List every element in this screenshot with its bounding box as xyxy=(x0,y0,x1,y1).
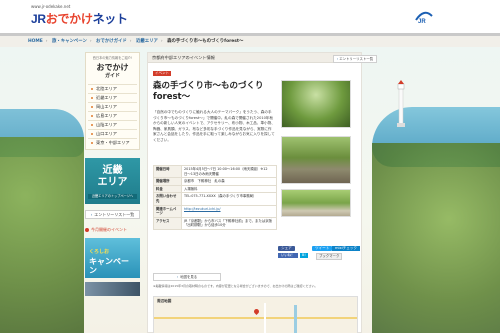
breadcrumb-current: 森の手づくり市〜ものづくりforest〜 xyxy=(167,39,244,44)
table-row: アクセス JR「京都駅」から市バス「下鴨神社前」まで。または京阪「出町柳駅」から… xyxy=(153,216,277,230)
breadcrumb-sep-icon: › xyxy=(89,39,92,44)
chevron-right-icon: › xyxy=(90,212,93,217)
facebook-like-button[interactable]: いいね！ xyxy=(278,253,298,258)
main-content: 京都府中部エリアのイベント情報 イベント 森の手づくり市〜ものづくりforest… xyxy=(147,52,362,333)
map-button[interactable]: › 地図を見る xyxy=(153,273,221,281)
breadcrumb: HOME › 旅・キャンペーン › おでかけガイド › 近畿エリア › 森の手づくり市〜… xyxy=(0,36,500,47)
monthly-events-link[interactable]: 今月開催のイベント xyxy=(85,224,140,236)
event-info-table: 開催日時 2015年4月5日〜7日 10:00〜16:00（雨天順延）※12日〜… xyxy=(153,164,277,230)
event-photo-stalls xyxy=(281,189,351,217)
table-key: アクセス xyxy=(153,216,182,230)
area-map[interactable]: 周辺地図 xyxy=(153,296,358,333)
bullet-icon xyxy=(85,228,89,232)
guide-title[interactable]: おでかけ ガイド xyxy=(88,63,137,81)
breadcrumb-home[interactable]: HOME xyxy=(28,39,43,44)
forest-illustration-right xyxy=(372,143,500,333)
table-key: お問い合わせ先 xyxy=(153,192,182,206)
site-url: www.jr-odekake.net xyxy=(31,4,71,9)
page-title: 森の手づくり市〜ものづくりforest〜 xyxy=(153,81,264,102)
guide-title-bottom: ガイド xyxy=(104,73,120,79)
facebook-share-button[interactable]: シェア xyxy=(278,246,295,251)
logo-mid: おでかけ xyxy=(45,12,93,26)
guide-panel: 西日本の魅力情報をご紹介! おでかけ ガイド 北陸エリア 近畿エリア 岡山エリア… xyxy=(85,52,140,150)
event-photo-forest xyxy=(281,80,351,128)
table-value: 2015年4月5日〜7日 10:00〜16:00（雨天順延）※12日〜13日のみ… xyxy=(181,164,277,179)
event-photo-market xyxy=(281,136,351,184)
site-logo[interactable]: JRおでかけネット xyxy=(31,10,128,27)
lighthouse-icon xyxy=(397,80,405,127)
event-badge: イベント xyxy=(153,71,171,76)
table-value: 京都市 下鴨神社 糺の森 xyxy=(181,177,277,186)
kinki-banner-sub: 近畿エリアのトップページへ xyxy=(88,194,137,199)
breadcrumb-sep-icon: › xyxy=(129,39,132,44)
map-road xyxy=(264,303,266,333)
sidebar-item-kinki[interactable]: 近畿エリア xyxy=(88,93,137,102)
map-road xyxy=(154,317,357,319)
chevron-right-icon: › xyxy=(176,275,179,279)
map-pin-icon xyxy=(252,307,261,316)
tweet-button[interactable]: ツイート xyxy=(312,246,333,251)
mixi-check-button[interactable]: mixiチェック xyxy=(332,246,360,251)
site-header: www.jr-odekake.net JRおでかけネット JR xyxy=(0,0,500,34)
sidebar-entry-list-label: エントリーリスト一覧 xyxy=(94,212,135,217)
svg-text:JR: JR xyxy=(418,19,426,24)
sidebar-item-yamaguchi[interactable]: 山口エリア xyxy=(88,129,137,138)
disclaimer-note: ※掲載情報は2015年3月の取材時のものです。内容が変更となる場合がございますの… xyxy=(153,284,318,288)
table-row: 料金 入場無料 xyxy=(153,184,277,194)
kuroshio-banner[interactable]: くろしお キャンペーン xyxy=(85,238,140,278)
breadcrumb-sep-icon: › xyxy=(45,39,48,44)
breadcrumb-item-guide[interactable]: おでかけガイド xyxy=(96,39,127,44)
sidebar-item-sanin[interactable]: 山陰エリア xyxy=(88,120,137,129)
sidebar-item-hokuriku[interactable]: 北陸エリア xyxy=(88,84,137,93)
kuroshio-banner-top: くろしお xyxy=(89,249,110,255)
jr-logo-icon[interactable]: JR xyxy=(414,10,434,24)
table-key: 開催場所 xyxy=(153,177,182,186)
entry-list-label: エントリーリスト一覧 xyxy=(339,57,374,61)
forest-illustration-left xyxy=(0,137,84,333)
kinki-banner-title: 近畿 エリア xyxy=(85,158,140,189)
entry-list-button[interactable]: ›エントリーリスト一覧 xyxy=(333,55,377,63)
table-row: お問い合わせ先 TEL:075-771-XXXX（森の手づくり市事務局） xyxy=(153,192,277,206)
event-description: 「自然の中でものづくりに触れる大人のテーマパーク」をうたう、森の手づくり市〜もの… xyxy=(153,110,275,142)
breadcrumb-item-kinki[interactable]: 近畿エリア xyxy=(136,39,158,44)
sidebar-item-tokyo-chubu[interactable]: 東京・中部エリア xyxy=(88,138,137,147)
sidebar-item-hiroshima[interactable]: 広島エリア xyxy=(88,111,137,120)
chevron-right-icon: › xyxy=(336,57,339,61)
table-key: 料金 xyxy=(153,184,182,194)
sidebar-entry-list-button[interactable]: › エントリーリスト一覧 xyxy=(85,210,140,219)
breadcrumb-item-campaign[interactable]: 旅・キャンペーン xyxy=(52,39,87,44)
map-river xyxy=(294,305,297,333)
table-value: TEL:075-771-XXXX（森の手づくり市事務局） xyxy=(181,192,277,206)
map-label: 周辺地図 xyxy=(157,299,172,303)
kinki-banner-title-1: 近畿 xyxy=(102,165,123,176)
logo-suffix: ネット xyxy=(92,12,128,26)
hatena-bookmark-button[interactable]: B! xyxy=(300,253,308,258)
bookmark-button[interactable]: ブックマーク xyxy=(316,253,343,260)
monthly-events-label: 今月開催のイベント xyxy=(91,227,127,232)
table-key: 開催日時 xyxy=(153,164,182,179)
breadcrumb-sep-icon: › xyxy=(160,39,163,44)
kinki-banner-title-2: エリア xyxy=(97,177,128,188)
logo-prefix: JR xyxy=(31,12,46,26)
sidebar: 西日本の魅力情報をご紹介! おでかけ ガイド 北陸エリア 近畿エリア 岡山エリア… xyxy=(85,52,140,296)
guide-title-top: おでかけ xyxy=(96,63,129,72)
table-row: 関連ホームページ http://tezukuri-ichi.jp/ xyxy=(153,204,277,218)
map-button-label: 地図を見る xyxy=(180,275,198,279)
kuroshio-banner-sub: キャンペーン xyxy=(89,257,129,275)
table-row: 開催場所 京都市 下鴨神社 糺の森 xyxy=(153,177,277,186)
area-list: 北陸エリア 近畿エリア 岡山エリア 広島エリア 山陰エリア 山口エリア 東京・中… xyxy=(88,84,137,147)
table-row: 開催日時 2015年4月5日〜7日 10:00〜16:00（雨天順延）※12日〜… xyxy=(153,164,277,179)
table-value: JR「京都駅」から市バス「下鴨神社前」まで。または京阪「出町柳駅」から徒歩10分 xyxy=(181,216,277,230)
train-banner-image[interactable] xyxy=(85,282,140,296)
sidebar-item-okayama[interactable]: 岡山エリア xyxy=(88,102,137,111)
guide-intro: 西日本の魅力情報をご紹介! xyxy=(92,56,133,60)
table-key: 関連ホームページ xyxy=(153,204,182,218)
table-value: 入場無料 xyxy=(181,184,277,194)
kinki-area-banner[interactable]: 近畿 エリア 近畿エリアのトップページへ xyxy=(85,158,140,204)
panel-heading: 京都府中部エリアのイベント情報 xyxy=(148,53,361,63)
homepage-link[interactable]: http://tezukuri-ichi.jp/ xyxy=(181,204,277,218)
